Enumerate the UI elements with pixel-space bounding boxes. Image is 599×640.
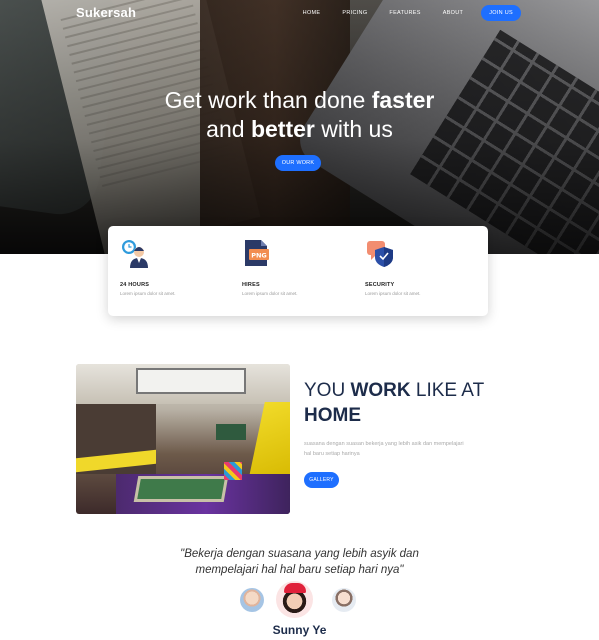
feature-title: SECURITY [365,282,395,288]
avatar-previous[interactable] [240,588,264,612]
work-heading-bold: HOME [304,405,361,426]
testimonial-name: Sunny Ye [272,623,327,637]
hero-headline: Get work than done faster and better wit… [0,86,599,144]
join-us-button[interactable]: JOIN US [481,5,521,21]
nav-links: HOME PRICING FEATURES ABOUT JOIN US [281,5,521,21]
feature-description: Lorem ipsum dolor sit amet. [365,291,421,296]
png-file-icon: PNG [245,240,269,266]
hero-headline-text: with us [314,116,393,142]
brand-logo[interactable]: Sukersah [76,5,136,20]
work-heading: YOU WORK LIKE AT HOME [304,378,484,428]
top-navbar: Sukersah HOME PRICING FEATURES ABOUT JOI… [0,0,599,26]
work-heading-bold: WORK [350,380,411,401]
feature-title: 24 HOURS [120,282,150,288]
feature-security: SECURITY Lorem ipsum dolor sit amet. [353,226,463,316]
hero-headline-bold: better [250,116,315,142]
work-heading-text: YOU [304,380,351,401]
hero-headline-text: Get work than done [164,87,372,113]
security-shield-icon [367,241,393,267]
feature-description: Lorem ipsum dolor sit amet. [120,291,176,296]
avatar-next[interactable] [332,588,356,612]
feature-description: Lorem ipsum dolor sit amet. [242,291,298,296]
hero-headline-bold: faster [371,87,435,113]
nav-about[interactable]: ABOUT [443,10,463,16]
nav-features[interactable]: FEATURES [389,10,420,16]
quote-line: "Bekerja dengan suasana yang lebih asyik… [180,548,419,560]
png-badge-text: PNG [251,252,267,260]
avatar-active[interactable] [276,581,313,618]
hero-section: Sukersah HOME PRICING FEATURES ABOUT JOI… [0,0,599,254]
gallery-button[interactable]: GALLERY [304,472,339,488]
feature-24-hours: 24 HOURS Lorem ipsum dolor sit amet. [108,226,218,316]
feature-title: HIRES [242,282,260,288]
hero-headline-text: and [206,116,251,142]
feature-hires: PNG HIRES Lorem ipsum dolor sit amet. [230,226,340,316]
our-work-button[interactable]: OUR WORK [275,155,321,171]
features-card: 24 HOURS Lorem ipsum dolor sit amet. PNG… [108,226,488,316]
support-agent-icon [122,240,148,268]
office-photo [76,364,290,514]
testimonial-quote: "Bekerja dengan suasana yang lebih asyik… [0,546,599,578]
quote-line: mempelajari hal hal baru setiap hari nya… [195,564,404,576]
work-description: suasana dengan suasan bekerja yang lebih… [304,441,464,457]
nav-home[interactable]: HOME [303,10,321,16]
work-heading-text: LIKE AT [410,380,485,401]
nav-pricing[interactable]: PRICING [342,10,367,16]
